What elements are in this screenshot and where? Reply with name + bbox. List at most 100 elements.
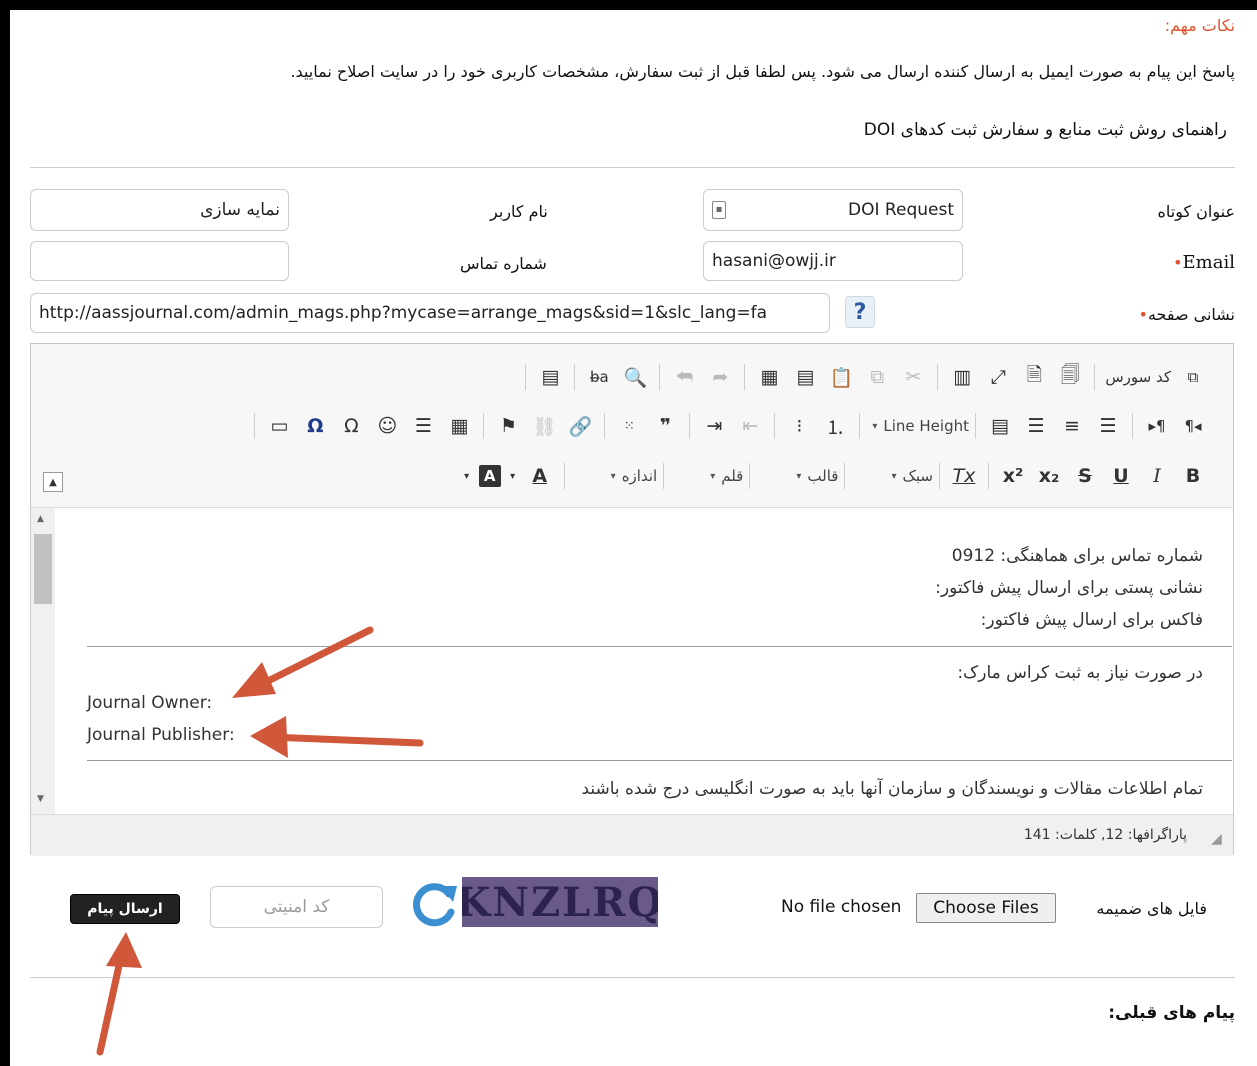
separator <box>254 413 256 439</box>
notes-title: نکات مهم: <box>1164 16 1235 35</box>
phone-input[interactable] <box>30 241 289 281</box>
indent-icon[interactable]: ⇥ <box>699 411 729 441</box>
remove-format-button[interactable]: Tx <box>949 461 979 491</box>
chevron-down-icon: ▾ <box>872 420 878 432</box>
content-line: Journal Owner: <box>87 693 213 713</box>
captcha-text: KNZLRQ <box>462 878 658 926</box>
editor-scrollbar[interactable]: ▲ ▼ <box>31 508 55 814</box>
numbered-list-icon[interactable]: ⒈ <box>820 411 850 441</box>
username-value: نمایه سازی <box>200 200 280 220</box>
paste-text-icon[interactable]: ▤ <box>790 362 820 392</box>
maximize-icon[interactable]: ⤢ <box>983 362 1013 392</box>
scroll-thumb[interactable] <box>34 534 52 604</box>
underline-button[interactable]: U <box>1106 461 1136 491</box>
superscript-button[interactable]: x² <box>998 461 1028 491</box>
contact-card-icon: ▪ <box>712 201 726 219</box>
subject-input[interactable]: ▪ DOI Request <box>703 189 963 231</box>
separator <box>844 463 846 489</box>
bulleted-list-icon[interactable]: ⁝ <box>784 411 814 441</box>
align-left-icon[interactable]: ☰ <box>1093 411 1123 441</box>
source-icon[interactable]: ⧉ <box>1178 362 1208 392</box>
size-label: اندازه <box>621 467 658 485</box>
horizontal-rule-icon[interactable]: ☰ <box>408 411 438 441</box>
chevron-down-icon: ▾ <box>710 470 716 482</box>
content-line: تمام اطلاعات مقالات و نویسندگان و سازمان… <box>581 779 1203 799</box>
editor-statusbar: پاراگرافها: 12, کلمات: 141 ◢ <box>31 814 1233 856</box>
align-right-icon[interactable]: ☰ <box>1021 411 1051 441</box>
guide-link[interactable]: راهنمای روش ثبت منابع و سفارش ثبت کدهای … <box>864 120 1227 140</box>
separator <box>988 463 989 489</box>
format-select[interactable]: قالب ▾ <box>756 467 838 485</box>
email-input[interactable]: hasani@owjj.ir <box>703 241 963 281</box>
bg-color-button[interactable]: A <box>478 465 501 487</box>
undo-icon[interactable]: ⮪ <box>669 362 699 392</box>
editor-toolbar: ⧉ کد سورس 🗐 🗎 ⤢ ▥ ✂ ⧉ 📋 ▤ ▦ ➦ ⮪ 🔍 b̶a ▤ … <box>31 344 1233 508</box>
separator <box>689 413 691 439</box>
editor-content[interactable]: ▲ ▼ شماره تماس برای هماهنگی: 0912 نشانی … <box>31 508 1233 814</box>
div-container-icon[interactable]: ⁙ <box>614 411 644 441</box>
find-icon[interactable]: 🔍 <box>620 362 650 392</box>
toolbar-collapse-icon[interactable]: ▲ <box>43 472 63 492</box>
special-char-blue-icon[interactable]: Ω <box>300 411 330 441</box>
unlink-icon[interactable]: ⛓ <box>529 411 559 441</box>
paste-word-icon[interactable]: ▦ <box>754 362 784 392</box>
subscript-button[interactable]: x₂ <box>1034 461 1064 491</box>
separator <box>1094 364 1096 390</box>
scroll-up-icon[interactable]: ▲ <box>37 514 44 524</box>
rtl-icon[interactable]: ¶◂ <box>1178 411 1208 441</box>
size-select[interactable]: اندازه ▾ <box>571 467 658 485</box>
style-select[interactable]: سبک ▾ <box>851 467 933 485</box>
refresh-icon[interactable] <box>409 880 461 928</box>
help-icon[interactable]: ? <box>845 296 875 328</box>
separator <box>483 413 485 439</box>
iframe-icon[interactable]: ▭ <box>264 411 294 441</box>
strike-button[interactable]: S <box>1070 461 1100 491</box>
paste-icon[interactable]: 📋 <box>826 362 856 392</box>
replace-icon[interactable]: b̶a <box>584 362 614 392</box>
bold-button[interactable]: B <box>1178 461 1208 491</box>
divider <box>30 167 1235 168</box>
source-button[interactable]: کد سورس <box>1101 368 1175 386</box>
outdent-icon[interactable]: ⇤ <box>735 411 765 441</box>
notes-text: پاسخ این پیام به صورت ایمیل به ارسال کنن… <box>290 62 1235 81</box>
chevron-down-icon[interactable]: ▾ <box>507 461 519 491</box>
font-select[interactable]: قلم ▾ <box>670 467 743 485</box>
separator <box>859 413 861 439</box>
resize-handle-icon[interactable]: ◢ <box>1211 831 1227 847</box>
required-marker: • <box>1138 305 1148 324</box>
bg-color-label: A <box>483 467 496 485</box>
captcha-image: KNZLRQ <box>462 877 658 927</box>
redo-icon[interactable]: ➦ <box>705 362 735 392</box>
cut-icon[interactable]: ✂ <box>898 362 928 392</box>
text-color-button[interactable]: A <box>525 461 555 491</box>
align-justify-icon[interactable]: ▤ <box>985 411 1015 441</box>
link-icon[interactable]: 🔗 <box>565 411 595 441</box>
content-divider <box>87 760 1232 761</box>
ltr-icon[interactable]: ▸¶ <box>1142 411 1172 441</box>
smiley-icon[interactable]: ☺ <box>372 411 402 441</box>
send-button[interactable]: ارسال پیام <box>70 894 180 924</box>
templates-icon[interactable]: 🗐 <box>1055 362 1085 392</box>
toolbar-row-1: ⧉ کد سورس 🗐 🗎 ⤢ ▥ ✂ ⧉ 📋 ▤ ▦ ➦ ⮪ 🔍 b̶a ▤ <box>519 359 1211 395</box>
preview-icon[interactable]: 🗎 <box>1019 362 1049 392</box>
special-char-icon[interactable]: Ω <box>336 411 366 441</box>
chevron-down-icon[interactable]: ▾ <box>461 461 473 491</box>
show-blocks-icon[interactable]: ▥ <box>947 362 977 392</box>
table-icon[interactable]: ▦ <box>444 411 474 441</box>
anchor-flag-icon[interactable]: ⚑ <box>493 411 523 441</box>
line-height-select[interactable]: Line Height ▾ <box>866 417 969 435</box>
captcha-input[interactable]: کد امنیتی <box>210 886 383 928</box>
username-input[interactable]: نمایه سازی <box>30 189 289 231</box>
separator <box>774 413 776 439</box>
align-center-icon[interactable]: ≡ <box>1057 411 1087 441</box>
choose-files-button[interactable]: Choose Files <box>916 893 1056 923</box>
font-label: قلم <box>721 467 744 485</box>
chevron-down-icon: ▾ <box>796 470 802 482</box>
blockquote-icon[interactable]: ❞ <box>650 411 680 441</box>
copy-icon[interactable]: ⧉ <box>862 362 892 392</box>
italic-button[interactable]: I <box>1142 461 1172 491</box>
url-input[interactable]: http://aassjournal.com/admin_mags.php?my… <box>30 293 830 333</box>
scroll-down-icon[interactable]: ▼ <box>37 794 44 804</box>
select-all-icon[interactable]: ▤ <box>535 362 565 392</box>
rich-text-editor: ⧉ کد سورس 🗐 🗎 ⤢ ▥ ✂ ⧉ 📋 ▤ ▦ ➦ ⮪ 🔍 b̶a ▤ … <box>30 343 1234 856</box>
